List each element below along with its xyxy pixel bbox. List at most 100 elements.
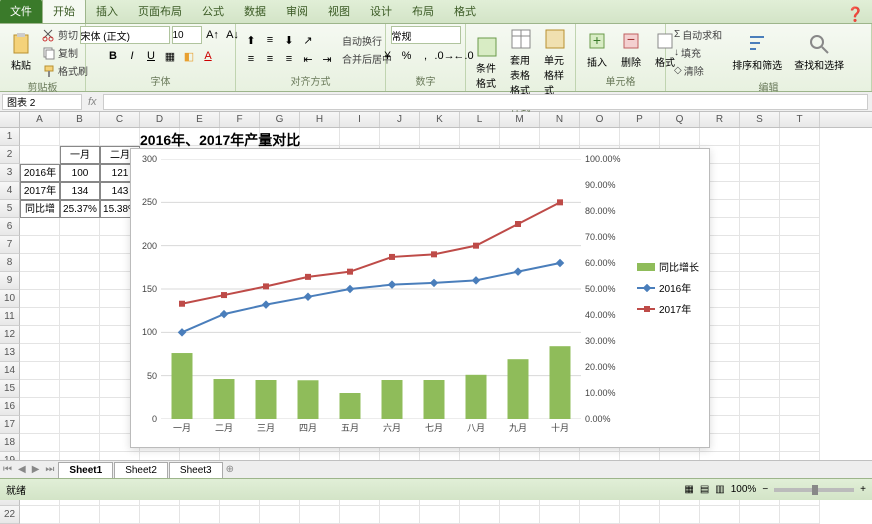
zoom-level[interactable]: 100%	[731, 484, 757, 495]
row-header[interactable]: 17	[0, 416, 20, 434]
col-header[interactable]: B	[60, 112, 100, 127]
number-format-select[interactable]	[391, 26, 461, 44]
cell[interactable]	[740, 164, 780, 182]
cell[interactable]	[780, 128, 820, 146]
cell[interactable]	[380, 128, 420, 146]
row-header[interactable]: 9	[0, 272, 20, 290]
cell[interactable]	[700, 128, 740, 146]
chart-object[interactable]: 050100150200250300 0.00%10.00%20.00%30.0…	[130, 148, 710, 448]
cell[interactable]	[380, 506, 420, 524]
worksheet[interactable]: ABCDEFGHIJKLMNOPQRST 12一月二月32016年1001214…	[0, 112, 872, 462]
row-header[interactable]: 5	[0, 200, 20, 218]
cell[interactable]	[740, 344, 780, 362]
cell[interactable]	[60, 380, 100, 398]
cell[interactable]	[740, 200, 780, 218]
row-header[interactable]: 2	[0, 146, 20, 164]
cell[interactable]	[20, 218, 60, 236]
col-header[interactable]: C	[100, 112, 140, 127]
row-header[interactable]: 11	[0, 308, 20, 326]
conditional-format-button[interactable]: 条件格式	[472, 34, 502, 92]
find-select-button[interactable]: 查找和选择	[790, 31, 848, 74]
col-header[interactable]: L	[460, 112, 500, 127]
cell[interactable]	[460, 128, 500, 146]
cell[interactable]	[20, 128, 60, 146]
row-header[interactable]: 6	[0, 218, 20, 236]
cell[interactable]	[420, 506, 460, 524]
cell[interactable]	[20, 506, 60, 524]
font-name-input[interactable]	[80, 26, 170, 44]
cell[interactable]	[780, 290, 820, 308]
col-header[interactable]: M	[500, 112, 540, 127]
cell[interactable]	[780, 416, 820, 434]
select-all-corner[interactable]	[0, 112, 20, 127]
tab-nav-last[interactable]: ⏭	[42, 464, 57, 475]
comma-button[interactable]: ,	[417, 47, 435, 65]
view-pagebreak-button[interactable]: ▥	[715, 484, 724, 495]
cell[interactable]	[780, 344, 820, 362]
cell[interactable]	[740, 182, 780, 200]
cell[interactable]	[740, 380, 780, 398]
col-header[interactable]: R	[700, 112, 740, 127]
cell[interactable]	[20, 380, 60, 398]
cell[interactable]	[220, 506, 260, 524]
cell[interactable]: 同比增长	[20, 200, 60, 218]
cell[interactable]: 2017年	[20, 182, 60, 200]
cell[interactable]	[300, 506, 340, 524]
paste-button[interactable]: 粘贴	[6, 31, 36, 74]
italic-button[interactable]: I	[123, 47, 141, 65]
fill-color-button[interactable]: ◧	[180, 47, 198, 65]
cell[interactable]	[740, 434, 780, 452]
border-button[interactable]: ▦	[161, 47, 179, 65]
cell[interactable]	[260, 506, 300, 524]
cell[interactable]	[300, 128, 340, 146]
col-header[interactable]: G	[260, 112, 300, 127]
bold-button[interactable]: B	[104, 47, 122, 65]
cell[interactable]	[780, 362, 820, 380]
col-header[interactable]: E	[180, 112, 220, 127]
align-right-button[interactable]: ≡	[280, 50, 298, 68]
cell[interactable]	[20, 326, 60, 344]
col-header[interactable]: J	[380, 112, 420, 127]
cell[interactable]	[780, 380, 820, 398]
cell[interactable]	[740, 308, 780, 326]
cell[interactable]	[780, 308, 820, 326]
cell[interactable]	[180, 506, 220, 524]
formula-input[interactable]	[103, 94, 868, 110]
cell[interactable]: 100	[60, 164, 100, 182]
cell-styles-button[interactable]: 单元格样式	[540, 26, 570, 99]
cell[interactable]	[60, 506, 100, 524]
cell[interactable]	[140, 506, 180, 524]
cell[interactable]	[780, 182, 820, 200]
tab-file[interactable]: 文件	[0, 0, 42, 23]
cell[interactable]	[740, 128, 780, 146]
percent-button[interactable]: %	[398, 47, 416, 65]
tab-design[interactable]: 设计	[360, 0, 402, 23]
col-header[interactable]: D	[140, 112, 180, 127]
cell[interactable]	[780, 146, 820, 164]
cell[interactable]	[500, 128, 540, 146]
new-sheet-button[interactable]: ⊕	[223, 464, 237, 475]
tab-review[interactable]: 审阅	[276, 0, 318, 23]
cell[interactable]	[660, 506, 700, 524]
cell[interactable]	[740, 290, 780, 308]
tab-pagelayout[interactable]: 页面布局	[128, 0, 192, 23]
cell[interactable]	[780, 218, 820, 236]
fx-icon[interactable]: fx	[88, 96, 97, 108]
cell[interactable]	[740, 398, 780, 416]
orientation-button[interactable]: ↗	[299, 31, 317, 49]
cell[interactable]	[660, 128, 700, 146]
cell[interactable]	[780, 254, 820, 272]
tab-nav-first[interactable]: ⏮	[0, 464, 15, 475]
row-header[interactable]: 7	[0, 236, 20, 254]
zoom-in-button[interactable]: +	[860, 484, 866, 495]
help-icon[interactable]: ❓	[847, 6, 864, 23]
tab-data[interactable]: 数据	[234, 0, 276, 23]
sheet-tab[interactable]: Sheet1	[58, 462, 113, 478]
cell[interactable]	[60, 308, 100, 326]
cell[interactable]	[780, 200, 820, 218]
align-left-button[interactable]: ≡	[242, 50, 260, 68]
cell[interactable]	[620, 506, 660, 524]
tab-nav-prev[interactable]: ◀	[15, 464, 29, 475]
cell[interactable]	[580, 128, 620, 146]
cell[interactable]	[100, 506, 140, 524]
